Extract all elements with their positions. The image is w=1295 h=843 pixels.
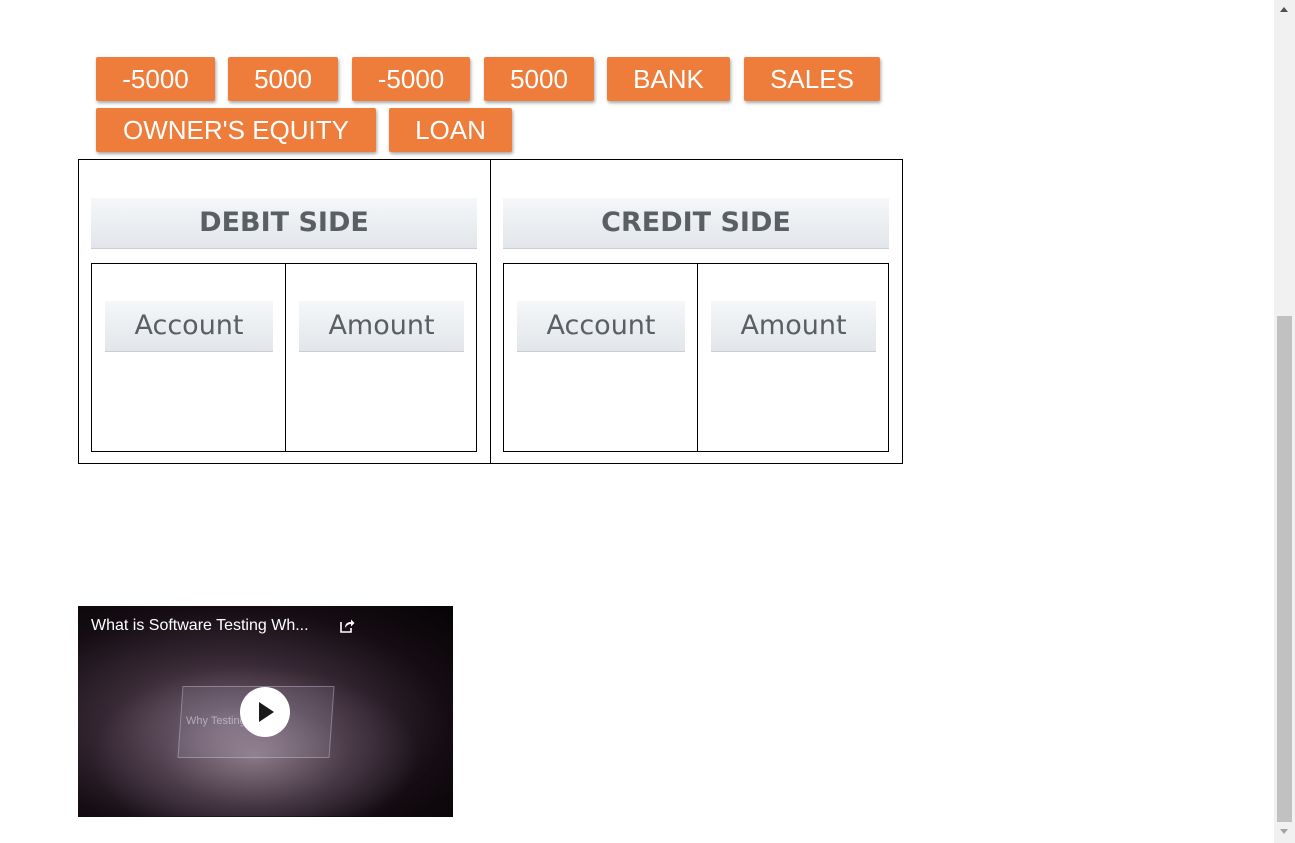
video-title[interactable]: What is Software Testing Wh... [91, 617, 309, 635]
credit-amount-drop-zone[interactable] [702, 359, 884, 447]
ledger-divider [490, 160, 491, 463]
debit-column-divider [285, 264, 286, 451]
debit-amount-header: Amount [299, 301, 464, 352]
debit-account-drop-zone[interactable] [96, 359, 281, 447]
debit-side-table: Account Amount [91, 263, 477, 452]
credit-column-divider [697, 264, 698, 451]
credit-amount-header: Amount [711, 301, 876, 352]
credit-account-header: Account [517, 301, 685, 352]
drag-item-minus-5000-1[interactable]: -5000 [96, 57, 215, 101]
drag-item-loan[interactable]: LOAN [389, 108, 512, 152]
vertical-scrollbar[interactable] [1274, 0, 1295, 843]
credit-side-table: Account Amount [503, 263, 889, 452]
debit-account-header: Account [105, 301, 273, 352]
drag-item-minus-5000-2[interactable]: -5000 [352, 57, 470, 101]
play-button[interactable] [240, 687, 290, 737]
scroll-up-arrow-icon[interactable] [1280, 7, 1288, 12]
share-icon[interactable] [339, 618, 355, 634]
drag-item-bank[interactable]: BANK [607, 57, 730, 101]
drag-item-owners-equity[interactable]: OWNER'S EQUITY [96, 108, 376, 152]
video-embed[interactable]: Why Testing rtant ? What is Software Tes… [78, 606, 453, 817]
ledger-table: DEBIT SIDE Account Amount CREDIT SIDE Ac… [78, 159, 903, 464]
credit-side-header: CREDIT SIDE [503, 198, 889, 249]
debit-amount-drop-zone[interactable] [290, 359, 472, 447]
scrollbar-thumb[interactable] [1277, 316, 1292, 822]
scroll-down-arrow-icon[interactable] [1280, 829, 1288, 834]
drag-item-sales[interactable]: SALES [744, 57, 880, 101]
credit-account-drop-zone[interactable] [508, 359, 693, 447]
drag-item-5000-2[interactable]: 5000 [484, 57, 594, 101]
drag-item-5000-1[interactable]: 5000 [228, 57, 338, 101]
debit-side-header: DEBIT SIDE [91, 198, 477, 249]
page: -5000 5000 -5000 5000 BANK SALES OWNER'S… [0, 0, 1295, 843]
play-icon [259, 702, 274, 722]
